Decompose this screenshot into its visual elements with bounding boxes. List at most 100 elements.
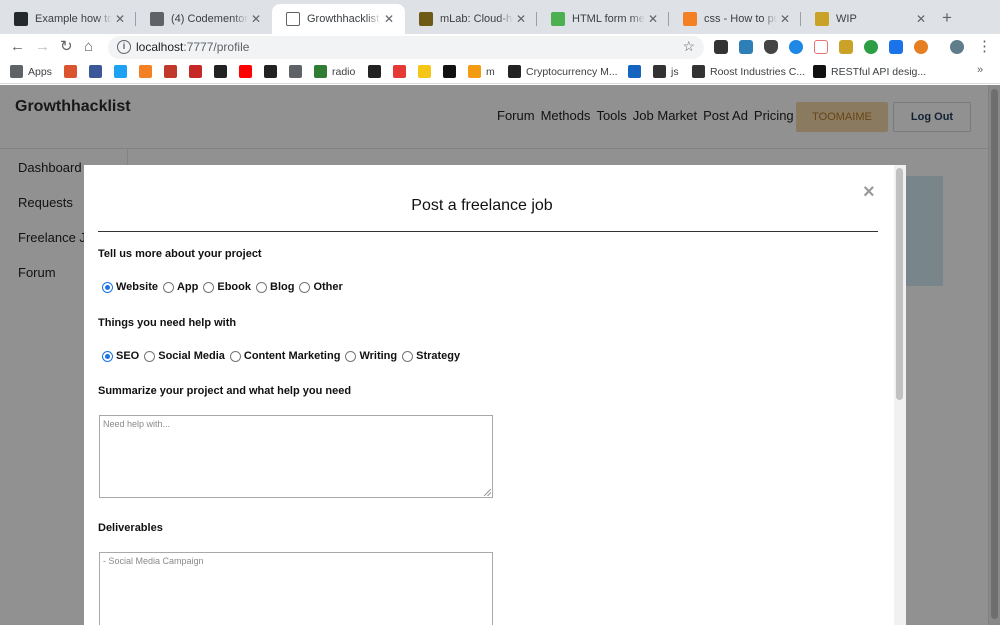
bookmark-item[interactable] <box>264 65 282 78</box>
close-tab-icon[interactable]: ✕ <box>645 12 661 26</box>
resize-grip-icon[interactable] <box>484 489 491 496</box>
green-extension-icon[interactable] <box>864 40 878 54</box>
bookmark-item[interactable] <box>239 65 257 78</box>
radio-label-ebook: Ebook <box>217 281 251 293</box>
close-tab-icon[interactable]: ✕ <box>381 12 397 26</box>
browser-tab[interactable]: Example how to us✕ <box>0 4 136 34</box>
radio-strategy[interactable] <box>402 350 414 362</box>
bookmarks-more-icon[interactable]: » <box>977 64 983 76</box>
close-tab-icon[interactable]: ✕ <box>112 12 128 26</box>
bookmark-item[interactable] <box>214 65 232 78</box>
browser-tab[interactable]: Growthhacklist ✕ <box>272 4 405 34</box>
stackoverflow-icon <box>683 12 697 26</box>
modal-title: Post a freelance job <box>411 197 553 214</box>
record-icon <box>164 65 177 78</box>
browser-tab[interactable]: HTML form metho✕ <box>537 4 669 34</box>
radio-label-website: Website <box>116 281 158 293</box>
mlab-icon <box>419 12 433 26</box>
bookmark-item[interactable] <box>289 65 307 78</box>
layers-extension-icon[interactable] <box>714 40 728 54</box>
chrome-menu-icon[interactable]: ⋮ <box>977 37 992 57</box>
bookmark-item[interactable]: m <box>468 65 495 78</box>
bookmarks-bar: RESTful API desig... Roost Industries C..… <box>0 60 1000 84</box>
new-tab-button[interactable]: + <box>942 9 952 26</box>
dash-icon <box>289 65 302 78</box>
home-icon[interactable]: ⌂ <box>84 37 93 57</box>
bookmark-item[interactable] <box>393 65 411 78</box>
radio-website[interactable] <box>102 281 113 293</box>
bookmark-item[interactable] <box>418 65 436 78</box>
close-tab-icon[interactable]: ✕ <box>513 12 529 26</box>
tab-separator <box>536 12 537 26</box>
producthunt-icon <box>64 65 77 78</box>
address-bar[interactable]: i localhost:7777/profile ☆ <box>108 36 704 59</box>
project-type-group: Website App Ebook Blog Other <box>102 281 348 293</box>
radio-blog[interactable] <box>256 281 267 293</box>
bookmark-star-icon[interactable]: ☆ <box>682 38 695 55</box>
blue-extension-icon[interactable] <box>789 40 803 54</box>
pocket-extension-icon[interactable] <box>764 40 778 54</box>
url-text[interactable]: localhost:7777/profile <box>136 40 249 54</box>
forward-arrow-icon[interactable]: → <box>35 37 50 57</box>
post-job-modal: Post a freelance job × Tell us more abou… <box>84 165 906 625</box>
new-badge-extension-icon[interactable] <box>889 40 903 54</box>
apps-grid-icon <box>10 65 23 78</box>
bookmark-item[interactable]: Roost Industries C... <box>692 65 805 78</box>
bookmark-item[interactable] <box>628 65 646 78</box>
browser-tab[interactable]: (4) Codementor ✕ <box>136 4 272 34</box>
bookmark-label: RESTful API desig... <box>831 65 927 78</box>
github-icon <box>14 12 28 26</box>
radio-content-marketing[interactable] <box>229 350 241 362</box>
bookmark-item[interactable] <box>443 65 461 78</box>
radio-social-media[interactable] <box>144 350 156 362</box>
bookmark-item[interactable]: RESTful API desig... <box>813 65 926 78</box>
bookmark-item[interactable] <box>189 65 207 78</box>
bookmark-item[interactable] <box>64 65 82 78</box>
modal-scrollbar[interactable] <box>894 165 906 625</box>
tab-strip: WIP✕css - How to put s✕HTML form metho✕m… <box>0 0 1000 34</box>
screenshot-extension-icon[interactable] <box>739 40 753 54</box>
mlab-extension-icon[interactable] <box>839 40 853 54</box>
radio-seo[interactable] <box>102 350 113 362</box>
radio-label-app: App <box>176 281 199 293</box>
radio-other[interactable] <box>299 281 311 293</box>
bookmark-item[interactable]: radio <box>314 65 355 78</box>
profile-avatar-icon[interactable] <box>950 40 964 54</box>
deliverables-textarea[interactable]: - Social Media Campaign <box>99 552 493 625</box>
close-tab-icon[interactable]: ✕ <box>777 12 793 26</box>
radio-ebook[interactable] <box>203 281 215 293</box>
back-arrow-icon[interactable]: ← <box>10 37 25 57</box>
bookmark-item[interactable] <box>139 65 157 78</box>
bookmark-item[interactable]: Cryptocurrency M... <box>508 65 618 78</box>
codementor-icon <box>150 12 164 26</box>
toolbox-icon <box>393 65 406 78</box>
stackexchange-icon <box>139 65 152 78</box>
close-tab-icon[interactable]: ✕ <box>913 12 929 26</box>
browser-toolbar: ← → ↻ ⌂ i localhost:7777/profile ☆ ⋮ <box>0 34 1000 60</box>
browser-tab[interactable]: css - How to put s✕ <box>669 4 801 34</box>
twitter-icon <box>114 65 127 78</box>
orange-extension-icon[interactable] <box>914 40 928 54</box>
radio-app[interactable] <box>162 281 174 293</box>
modal-scrollbar-thumb[interactable] <box>896 168 903 400</box>
url-path: :7777/profile <box>183 40 250 54</box>
js-icon <box>653 65 666 78</box>
bookmark-item[interactable] <box>114 65 132 78</box>
bookmark-item[interactable]: js <box>653 65 679 78</box>
coinmarketcap-icon <box>508 65 521 78</box>
bookmark-item[interactable] <box>164 65 182 78</box>
radio-writing[interactable] <box>345 350 357 362</box>
site-info-icon[interactable]: i <box>117 40 131 54</box>
bookmark-item[interactable]: Apps <box>10 65 52 78</box>
calendar-extension-icon[interactable] <box>814 40 828 54</box>
summary-textarea[interactable]: Need help with... <box>99 415 493 498</box>
bookmark-label: Cryptocurrency M... <box>526 65 618 78</box>
bookmark-item[interactable] <box>368 65 386 78</box>
z-icon <box>264 65 277 78</box>
close-icon[interactable]: × <box>863 182 875 202</box>
browser-tab[interactable]: WIP ✕ <box>801 4 937 34</box>
browser-tab[interactable]: mLab: Cloud-hoste✕ <box>405 4 537 34</box>
reload-icon[interactable]: ↻ <box>60 37 73 57</box>
close-tab-icon[interactable]: ✕ <box>248 12 264 26</box>
bookmark-item[interactable] <box>89 65 107 78</box>
